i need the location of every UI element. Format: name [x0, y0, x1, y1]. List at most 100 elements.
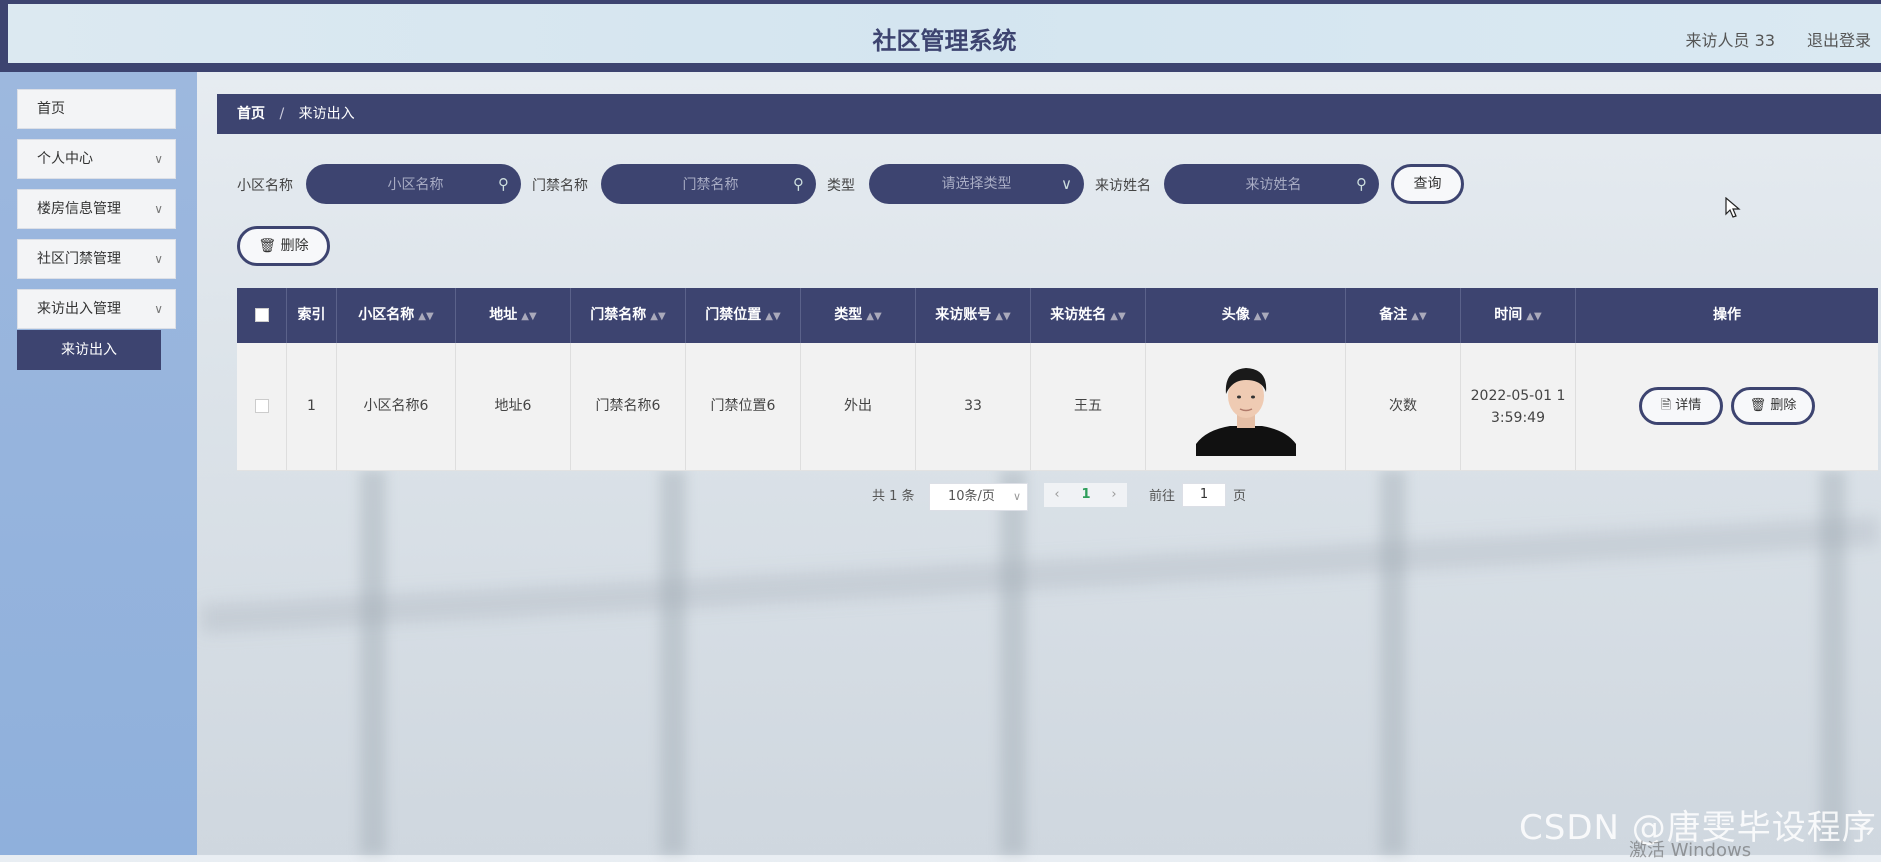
page-suffix: 页	[1233, 489, 1247, 504]
gate-label: 门禁名称	[532, 178, 588, 194]
prev-page-button[interactable]: ‹	[1046, 483, 1068, 507]
avatar-photo	[1195, 356, 1296, 456]
sidebar-item-label: 个人中心	[37, 151, 93, 167]
mouse-cursor-icon	[1725, 197, 1741, 218]
sidebar-item-label: 首页	[37, 101, 65, 117]
column-header-remark[interactable]: 备注 ▲▼	[1346, 288, 1461, 343]
search-icon: ⚲	[498, 175, 509, 193]
visitor-name-field: ⚲	[1164, 164, 1383, 206]
chevron-down-icon: ∨	[154, 252, 163, 266]
sidebar-item-personal-center[interactable]: 个人中心 ∨	[17, 139, 176, 179]
visitor-name-input[interactable]	[1164, 164, 1383, 206]
page-number-button[interactable]: 1	[1074, 483, 1098, 507]
background-blur	[1820, 470, 1846, 855]
column-header-gate-location[interactable]: 门禁位置 ▲▼	[686, 288, 801, 343]
sort-icon[interactable]: ▲▼	[765, 311, 780, 322]
cell-visitor-name: 王五	[1031, 343, 1146, 470]
sidebar-item-label: 社区门禁管理	[37, 251, 121, 267]
logout-link[interactable]: 退出登录	[1807, 27, 1871, 51]
select-all-checkbox[interactable]	[254, 308, 269, 322]
search-icon: ⚲	[793, 175, 804, 193]
time-line-1: 2022-05-01 1	[1470, 387, 1566, 404]
sort-icon[interactable]: ▲▼	[418, 311, 433, 322]
sidebar-item-home[interactable]: 首页	[17, 89, 176, 129]
cell-remark: 次数	[1346, 343, 1461, 470]
type-select[interactable]: 请选择类型 ∨	[869, 164, 1084, 204]
row-select-cell	[237, 343, 287, 470]
pagination-total: 共 1 条	[872, 489, 915, 504]
sidebar-item-label: 楼房信息管理	[37, 201, 121, 217]
column-header-community[interactable]: 小区名称 ▲▼	[337, 288, 456, 343]
row-delete-button[interactable]: 🗑 删除	[1731, 387, 1815, 425]
chevron-down-icon: ∨	[154, 202, 163, 216]
sort-icon[interactable]: ▲▼	[1411, 311, 1426, 322]
type-select-placeholder: 请选择类型	[941, 176, 1012, 192]
app-title: 社区管理系统	[872, 27, 1017, 55]
select-all-cell	[237, 288, 287, 343]
cell-actions: 🗎 详情 🗑 删除	[1576, 343, 1878, 470]
sort-icon[interactable]: ▲▼	[521, 311, 536, 322]
sort-icon[interactable]: ▲▼	[866, 311, 881, 322]
trash-icon: 🗑	[1749, 398, 1767, 413]
background-blur	[360, 470, 386, 855]
row-checkbox[interactable]	[254, 399, 269, 413]
document-icon: 🗎	[1660, 398, 1672, 413]
background-blur	[1000, 470, 1026, 855]
next-page-button[interactable]: ›	[1103, 483, 1125, 507]
column-header-gate-name[interactable]: 门禁名称 ▲▼	[571, 288, 686, 343]
column-header-address[interactable]: 地址 ▲▼	[456, 288, 571, 343]
sort-icon[interactable]: ▲▼	[995, 311, 1010, 322]
column-header-type[interactable]: 类型 ▲▼	[801, 288, 916, 343]
breadcrumb-home[interactable]: 首页	[237, 106, 265, 122]
column-header-visitor-name[interactable]: 来访姓名 ▲▼	[1031, 288, 1146, 343]
column-header-time[interactable]: 时间 ▲▼	[1461, 288, 1576, 343]
breadcrumb: 首页 / 来访出入	[217, 94, 1881, 134]
sidebar-item-building-info[interactable]: 楼房信息管理 ∨	[17, 189, 176, 229]
background-blur	[200, 516, 1880, 634]
sort-icon[interactable]: ▲▼	[650, 311, 665, 322]
cell-gate-name: 门禁名称6	[571, 343, 686, 470]
current-user: 来访人员 33	[1685, 31, 1775, 50]
sidebar-item-visit-management[interactable]: 来访出入管理 ∨	[17, 289, 176, 329]
goto-label: 前往	[1149, 489, 1176, 504]
chevron-down-icon: ∨	[1061, 175, 1072, 193]
detail-button[interactable]: 🗎 详情	[1639, 387, 1723, 425]
column-header-visitor-account[interactable]: 来访账号 ▲▼	[916, 288, 1031, 343]
cell-avatar	[1146, 343, 1346, 470]
gate-search-input[interactable]	[601, 164, 820, 206]
community-label: 小区名称	[237, 178, 293, 194]
cell-time: 2022-05-01 1 3:59:49	[1461, 343, 1576, 470]
pager: ‹ 1 ›	[1044, 483, 1127, 507]
page-size-value: 10条/页	[948, 489, 995, 504]
sort-icon[interactable]: ▲▼	[1254, 311, 1269, 322]
breadcrumb-separator: /	[279, 106, 285, 122]
sidebar-subitem-visit-records[interactable]: 来访出入	[17, 330, 161, 370]
column-header-index: 索引	[287, 288, 337, 343]
query-button[interactable]: 查询	[1391, 164, 1464, 204]
search-icon: ⚲	[1356, 175, 1367, 193]
column-header-actions: 操作	[1713, 307, 1741, 323]
background-blur	[1380, 470, 1406, 855]
sort-icon[interactable]: ▲▼	[1526, 311, 1541, 322]
cell-type: 外出	[801, 343, 916, 470]
cell-community: 小区名称6	[337, 343, 456, 470]
type-label: 类型	[827, 178, 855, 194]
detail-button-label: 详情	[1675, 398, 1702, 413]
goto-page-input[interactable]: 1	[1182, 483, 1226, 507]
row-delete-button-label: 删除	[1770, 398, 1797, 413]
table-row: 1 小区名称6 地址6 门禁名称6 门禁位置6 外出 33 王五 次数 2022…	[237, 343, 1878, 471]
community-search-input[interactable]	[306, 164, 525, 206]
sort-icon[interactable]: ▲▼	[1110, 311, 1125, 322]
gate-search-field: ⚲	[601, 164, 820, 206]
column-header-avatar[interactable]: 头像 ▲▼	[1146, 288, 1346, 343]
chevron-down-icon: ∨	[1012, 490, 1021, 503]
sidebar-item-gate-management[interactable]: 社区门禁管理 ∨	[17, 239, 176, 279]
cell-gate-location: 门禁位置6	[686, 343, 801, 470]
delete-button-label: 删除	[280, 238, 309, 254]
batch-delete-button[interactable]: 🗑 删除	[237, 226, 330, 266]
page-size-select[interactable]: 10条/页 ∨	[929, 483, 1028, 511]
windows-activation-notice: 激活 Windows	[1629, 840, 1752, 861]
avatar[interactable]	[1195, 356, 1296, 456]
community-search-field: ⚲	[306, 164, 525, 206]
time-line-2: 3:59:49	[1491, 409, 1545, 426]
